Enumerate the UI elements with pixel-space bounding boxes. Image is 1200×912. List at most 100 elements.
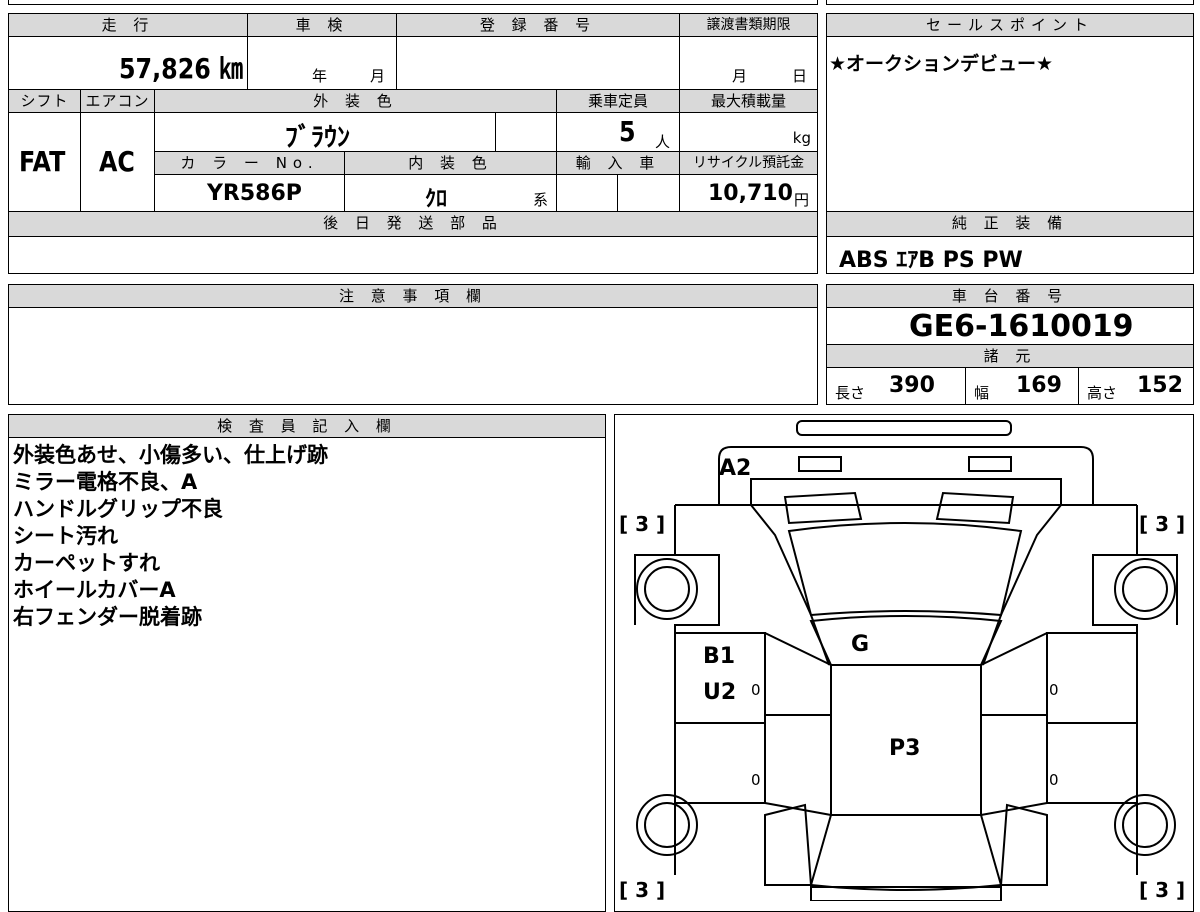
shift-header: シフト xyxy=(8,89,81,113)
headlight-left xyxy=(798,456,842,472)
transfer-deadline-cell: 月 日 xyxy=(679,36,818,90)
spec-height-cell: 高さ 152 xyxy=(1078,367,1194,405)
recycle-header: リサイクル預託金 xyxy=(679,151,818,175)
inspection-year-unit: 年 xyxy=(312,67,328,85)
interior-color-value: ｸﾛ xyxy=(425,187,448,212)
zero-mark-1: 0 xyxy=(751,681,761,699)
color-no-cell: YR586P xyxy=(154,174,345,212)
import-cell-2 xyxy=(617,174,680,212)
top-strip-right xyxy=(826,0,1194,5)
color-no-value: YR586P xyxy=(207,181,302,206)
grille-outline xyxy=(750,478,1062,505)
color-no-header: カ ラ ー No. xyxy=(154,151,345,175)
fender-right-front xyxy=(1137,554,1178,625)
car-diagram-panel: A2 G B1 U2 P3 [ 3 ] [ 3 ] [ 3 ] [ 3 ] 0 … xyxy=(614,414,1194,912)
standard-equipment-value: ABS ｴｱB PS PW xyxy=(839,248,1023,273)
notes-cell xyxy=(8,307,818,405)
front-body-outline xyxy=(718,446,1094,506)
mileage-header: 走 行 xyxy=(8,13,248,37)
recycle-cell: 10,710 円 xyxy=(679,174,818,212)
spec-width-label: 幅 xyxy=(974,384,990,402)
spec-width-cell: 幅 169 xyxy=(965,367,1079,405)
inspection-month-unit: 月 xyxy=(370,67,386,85)
mark-g: G xyxy=(851,632,869,657)
chassis-cell: GE6-1610019 xyxy=(826,307,1194,345)
tire-grade-bottom-right: [ 3 ] xyxy=(1139,878,1185,901)
a-pillar-left xyxy=(750,504,830,666)
front-bumper-outline xyxy=(796,420,1012,436)
inspector-lines: 外装色あせ、小傷多い、仕上げ跡 ミラー電格不良、A ハンドルグリップ不良 シート… xyxy=(13,442,328,631)
top-strip xyxy=(8,0,818,5)
tire-grade-top-left: [ 3 ] xyxy=(619,512,665,536)
chassis-number: GE6-1610019 xyxy=(909,309,1134,344)
standard-equipment-header: 純 正 装 備 xyxy=(826,211,1194,237)
capacity-cell: 5 人 xyxy=(556,112,680,152)
aircon-value: AC xyxy=(99,145,135,178)
max-load-cell: kg xyxy=(679,112,818,152)
shift-value: FAT xyxy=(19,145,66,178)
a-pillar-right xyxy=(982,504,1062,666)
inspector-line: シート汚れ xyxy=(13,524,118,548)
later-parts-header: 後 日 発 送 部 品 xyxy=(8,211,818,237)
rear-quarter-left xyxy=(764,803,813,886)
aircon-header: エアコン xyxy=(80,89,155,113)
recycle-fee-unit: 円 xyxy=(794,191,810,209)
mark-u2: U2 xyxy=(703,680,736,705)
door-rear-right xyxy=(1046,722,1138,804)
recycle-fee-value: 10,710 xyxy=(708,181,793,206)
exterior-color-header: 外 装 色 xyxy=(154,89,557,113)
sales-point-header: セールスポイント xyxy=(826,13,1194,37)
headlight-right xyxy=(968,456,1012,472)
rear-window-outline xyxy=(809,814,1003,891)
registration-cell xyxy=(396,36,680,90)
notes-header: 注 意 事 項 欄 xyxy=(8,284,818,308)
max-load-unit: kg xyxy=(792,129,811,147)
windshield-outline xyxy=(787,522,1023,617)
interior-color-suffix: 系 xyxy=(533,191,549,209)
aircon-cell: AC xyxy=(80,112,155,212)
inspector-line: 右フェンダー脱着跡 xyxy=(13,605,202,629)
exterior-color-value: ﾌﾞﾗｳﾝ xyxy=(285,123,351,153)
interior-color-cell: ｸﾛ 系 xyxy=(344,174,557,212)
zero-mark-2: 0 xyxy=(1049,681,1059,699)
mileage-cell: 57,826 ㎞ xyxy=(8,36,248,90)
sales-point-cell: ★オークションデビュー★ xyxy=(826,36,1194,212)
later-parts-cell xyxy=(8,236,818,274)
transfer-deadline-header: 譲渡書類期限 xyxy=(679,13,818,37)
zero-mark-3: 0 xyxy=(751,771,761,789)
capacity-header: 乗車定員 xyxy=(556,89,680,113)
fender-left-front xyxy=(634,554,675,625)
tire-grade-bottom-left: [ 3 ] xyxy=(619,878,665,901)
mileage-value: 57,826 ㎞ xyxy=(119,52,244,85)
sales-point-text: ★オークションデビュー★ xyxy=(829,53,1054,75)
door-right-window xyxy=(980,632,1048,816)
spec-length-cell: 長さ 390 xyxy=(826,367,966,405)
mark-p3: P3 xyxy=(889,736,920,761)
capacity-value: 5 xyxy=(619,115,636,148)
wiper-left xyxy=(783,491,863,525)
exterior-color-cell: ﾌﾞﾗｳﾝ xyxy=(154,112,496,153)
transfer-month-unit: 月 xyxy=(732,67,748,85)
wiper-right xyxy=(935,491,1015,525)
inspector-cell: 外装色あせ、小傷多い、仕上げ跡 ミラー電格不良、A ハンドルグリップ不良 シート… xyxy=(8,437,606,912)
car-diagram: A2 G B1 U2 P3 [ 3 ] [ 3 ] [ 3 ] [ 3 ] 0 … xyxy=(619,420,1185,901)
import-cell-1 xyxy=(556,174,618,212)
max-load-header: 最大積載量 xyxy=(679,89,818,113)
inspector-header: 検 査 員 記 入 欄 xyxy=(8,414,606,438)
standard-equipment-cell: ABS ｴｱB PS PW xyxy=(826,236,1194,274)
spec-length-value: 390 xyxy=(889,373,935,398)
wheel-front-left-inner xyxy=(644,566,690,612)
roof-outline xyxy=(809,615,1003,666)
rear-quarter-right xyxy=(999,803,1048,886)
registration-header: 登 録 番 号 xyxy=(396,13,680,37)
inspector-line: カーペットすれ xyxy=(13,551,160,575)
import-header: 輸 入 車 xyxy=(556,151,680,175)
spec-width-value: 169 xyxy=(1016,373,1062,398)
mark-a2: A2 xyxy=(719,456,751,481)
wheel-front-right-inner xyxy=(1122,566,1168,612)
spec-height-label: 高さ xyxy=(1087,384,1118,402)
chassis-header: 車 台 番 号 xyxy=(826,284,1194,308)
shift-cell: FAT xyxy=(8,112,81,212)
inspector-line: ホイールカバーA xyxy=(13,578,176,602)
door-front-right xyxy=(1046,632,1138,724)
